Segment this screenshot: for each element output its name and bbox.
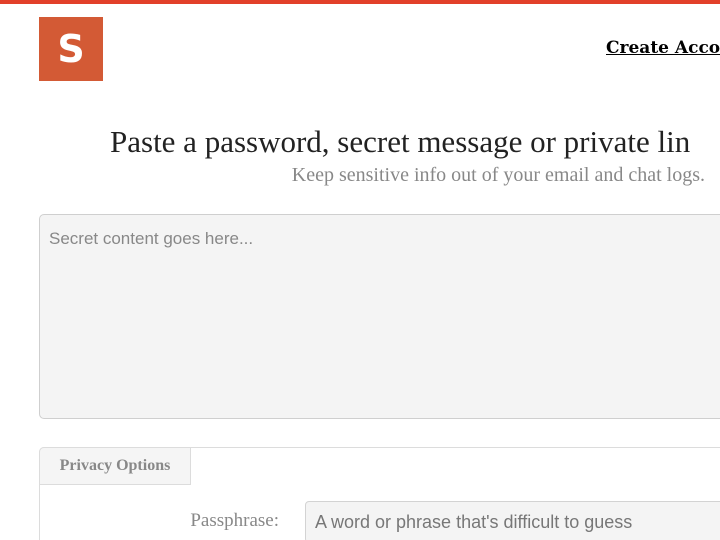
top-accent-bar — [0, 0, 720, 4]
page-title: Paste a password, secret message or priv… — [110, 124, 691, 159]
passphrase-input[interactable] — [305, 501, 720, 540]
passphrase-label: Passphrase: — [190, 510, 279, 531]
logo[interactable]: S — [39, 17, 103, 81]
privacy-options-tab[interactable]: Privacy Options — [39, 447, 191, 485]
secret-content-textarea[interactable] — [39, 214, 720, 419]
page-subtitle: Keep sensitive info out of your email an… — [291, 164, 705, 186]
create-account-link[interactable]: Create Acco — [606, 38, 720, 58]
